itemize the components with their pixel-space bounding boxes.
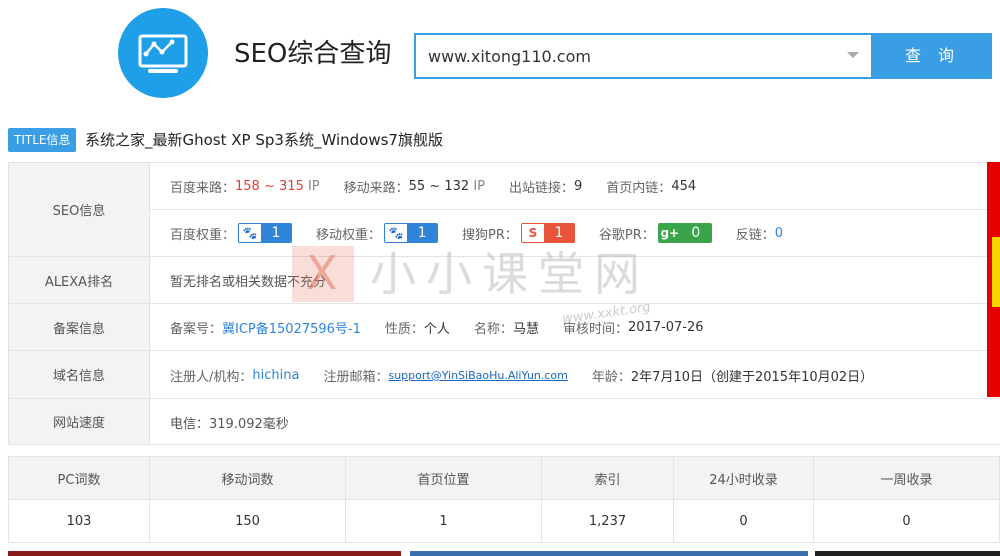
google-pr-badge[interactable]: g+ 0 (657, 223, 712, 243)
speed-text: 电信：319.092毫秒 (170, 417, 289, 432)
speed-row: 网站速度 电信：319.092毫秒 (8, 399, 1000, 445)
icp-row: 备案信息 备案号： 冀ICP备15027596号-1 性质： 个人 名称： 马慧… (8, 304, 1000, 351)
seo-label: SEO信息 (8, 163, 150, 256)
baidu-source-value: 158 ~ 315 (235, 179, 304, 194)
title-badge: TITLE信息 (8, 128, 77, 152)
search-box[interactable] (414, 33, 873, 79)
mobile-words-value: 150 (149, 499, 346, 543)
page-title-value: 系统之家_最新Ghost XP Sp3系统_Windows7旗舰版 (85, 131, 443, 149)
alexa-row: ALEXA排名 暂无排名或相关数据不充分 (8, 257, 1000, 304)
search-input[interactable] (428, 35, 838, 77)
domain-age-value: 2年7月10日（创建于2015年10月02日） (630, 370, 874, 385)
table-header-row: PC词数 移动词数 首页位置 索引 24小时收录 一周收录 (8, 456, 1000, 500)
email-link[interactable]: support@YinSiBaoHu.AliYun.com (388, 369, 567, 382)
keyword-stats-table: PC词数 移动词数 首页位置 索引 24小时收录 一周收录 103 150 1 … (8, 456, 1000, 543)
sogou-pr-badge[interactable]: S1 (520, 223, 575, 243)
paw-icon: 🐾 (239, 224, 262, 242)
mobile-weight-badge[interactable]: 🐾 1 (384, 223, 439, 243)
icp-number-link[interactable]: 冀ICP备15027596号-1 (222, 318, 361, 337)
registrar-link[interactable]: hichina (252, 368, 299, 383)
backlink-link[interactable]: 0 (775, 226, 783, 241)
monitor-chart-icon (138, 34, 188, 73)
info-table: SEO信息 百度来路： 158 ~ 315 IP 移动来路： 55 ~ 132 … (8, 162, 1000, 445)
icp-date-value: 2017-07-26 (627, 320, 704, 335)
footer-strip (0, 551, 1000, 556)
paw-icon: 🐾 (385, 224, 408, 242)
side-banner[interactable] (987, 162, 1000, 397)
col-week: 一周收录 (813, 456, 1000, 500)
col-mobile-words: 移动词数 (149, 456, 346, 500)
pc-words-value: 103 (8, 499, 150, 543)
table-row: 103 150 1 1,237 0 0 (8, 499, 1000, 543)
app-title: SEO综合查询 (234, 39, 392, 69)
mobile-source-value: 55 ~ 132 (408, 179, 470, 194)
icp-label: 备案信息 (8, 304, 150, 350)
col-home-position: 首页位置 (345, 456, 542, 500)
baidu-weight-badge[interactable]: 🐾 1 (238, 223, 293, 243)
col-24h: 24小时收录 (673, 456, 814, 500)
google-plus-icon: g+ (658, 224, 681, 242)
chevron-down-icon[interactable] (847, 52, 859, 58)
inner-links-value: 454 (671, 179, 697, 194)
alexa-text: 暂无排名或相关数据不充分 (170, 275, 327, 290)
speed-label: 网站速度 (8, 399, 150, 444)
week-value: 0 (813, 499, 1000, 543)
col-pc-words: PC词数 (8, 456, 150, 500)
icp-name-value: 马慧 (512, 322, 539, 337)
icp-nature-value: 个人 (423, 322, 450, 337)
index-value: 1,237 (541, 499, 674, 543)
sogou-icon: S (521, 224, 544, 242)
col-index: 索引 (541, 456, 674, 500)
app-logo (118, 8, 208, 98)
search-button[interactable]: 查 询 (873, 33, 992, 79)
24h-value: 0 (673, 499, 814, 543)
domain-row: 域名信息 注册人/机构： hichina 注册邮箱： support@YinSi… (8, 351, 1000, 399)
alexa-label: ALEXA排名 (8, 257, 150, 303)
home-position-value: 1 (345, 499, 542, 543)
seo-row: SEO信息 百度来路： 158 ~ 315 IP 移动来路： 55 ~ 132 … (8, 163, 1000, 257)
outbound-links-value: 9 (574, 179, 583, 194)
domain-label: 域名信息 (8, 351, 150, 398)
